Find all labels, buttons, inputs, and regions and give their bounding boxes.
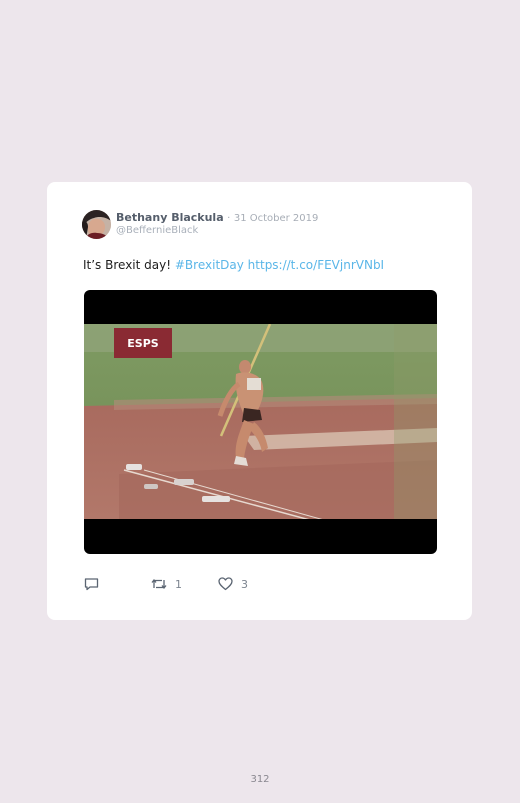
author-name[interactable]: Bethany Blackula — [116, 211, 224, 224]
retweet-button[interactable]: 1 — [151, 576, 182, 592]
reply-icon — [84, 578, 99, 591]
tweet-media-gif[interactable]: ESPS — [84, 290, 437, 554]
hashtag-link[interactable]: #BrexitDay — [175, 258, 244, 272]
author-handle[interactable]: @BeffernieBlack — [116, 225, 198, 237]
javelin-athlete-image: ESPS — [84, 324, 437, 519]
page-number: 312 — [250, 774, 270, 785]
avatar-image — [82, 210, 111, 239]
watermark-logo: ESPS — [127, 337, 158, 350]
tweet-body: It’s Brexit day! — [83, 258, 172, 272]
author-line: Bethany Blackula · 31 October 2019 — [116, 211, 318, 225]
reply-button[interactable] — [84, 576, 99, 592]
tweet-text: It’s Brexit day! #BrexitDay https://t.co… — [83, 257, 384, 273]
heart-icon — [218, 577, 233, 591]
avatar[interactable] — [82, 210, 111, 239]
like-count: 3 — [241, 577, 248, 591]
retweet-count: 1 — [175, 577, 182, 591]
retweet-icon — [151, 578, 167, 590]
url-link[interactable]: https://t.co/FEVjnrVNbI — [248, 258, 384, 272]
tweet-date[interactable]: 31 October 2019 — [234, 213, 319, 224]
tweet-card: Bethany Blackula · 31 October 2019 @Beff… — [47, 182, 472, 620]
separator: · — [227, 213, 231, 224]
like-button[interactable]: 3 — [218, 576, 248, 592]
